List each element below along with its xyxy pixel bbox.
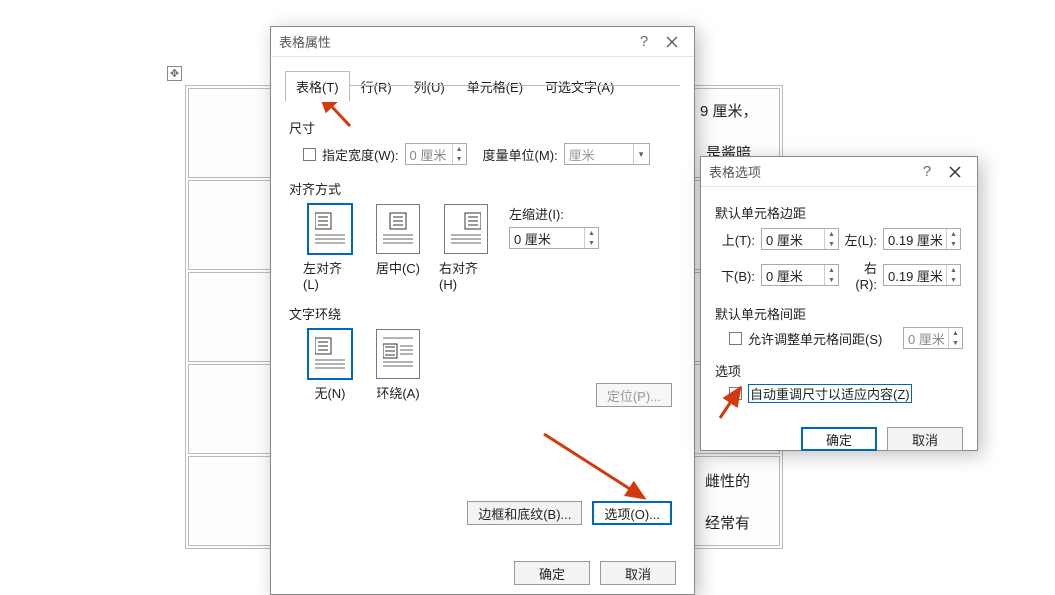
tab-column[interactable]: 列(U) bbox=[403, 71, 456, 102]
section-align: 对齐方式 bbox=[289, 179, 676, 198]
cancel-button[interactable]: 取消 bbox=[887, 427, 963, 451]
auto-resize-label: 自动重调尺寸以适应内容(Z) bbox=[748, 384, 912, 403]
spacing-spinner[interactable]: 0 厘米▲▼ bbox=[903, 327, 963, 349]
doc-text: 经常有 bbox=[705, 512, 750, 533]
ok-button[interactable]: 确定 bbox=[801, 427, 877, 451]
close-button[interactable] bbox=[941, 166, 969, 178]
table-options-dialog: 表格选项 ? 默认单元格边距 上(T): 0 厘米▲▼ 左(L): 0.19 厘… bbox=[700, 156, 978, 451]
wrap-around-label: 环绕(A) bbox=[376, 383, 419, 402]
left-label: 左(L): bbox=[843, 230, 879, 249]
options-button[interactable]: 选项(O)... bbox=[592, 501, 672, 525]
left-spinner[interactable]: 0.19 厘米▲▼ bbox=[883, 228, 961, 250]
bottom-label: 下(B): bbox=[721, 266, 757, 285]
indent-label: 左缩进(I): bbox=[509, 204, 599, 223]
preferred-width-label: 指定宽度(W): bbox=[322, 145, 399, 164]
bottom-spinner[interactable]: 0 厘米▲▼ bbox=[761, 264, 839, 286]
top-spinner[interactable]: 0 厘米▲▼ bbox=[761, 228, 839, 250]
tab-cell[interactable]: 单元格(E) bbox=[456, 71, 534, 102]
top-label: 上(T): bbox=[721, 230, 757, 249]
wrap-none-option[interactable] bbox=[308, 329, 352, 379]
borders-shading-button[interactable]: 边框和底纹(B)... bbox=[467, 501, 582, 525]
section-margins: 默认单元格边距 bbox=[715, 203, 963, 222]
indent-spinner[interactable]: 0 厘米▲▼ bbox=[509, 227, 599, 249]
align-right-label: 右对齐(H) bbox=[439, 258, 493, 292]
preferred-width-spinner[interactable]: 0 厘米▲▼ bbox=[405, 143, 467, 165]
unit-select[interactable]: 厘米▾ bbox=[564, 143, 650, 165]
close-button[interactable] bbox=[658, 36, 686, 48]
allow-spacing-checkbox[interactable] bbox=[729, 332, 742, 345]
help-button[interactable]: ? bbox=[630, 33, 658, 50]
right-label: 右(R): bbox=[843, 258, 879, 292]
help-button[interactable]: ? bbox=[913, 163, 941, 180]
align-center-label: 居中(C) bbox=[376, 258, 420, 277]
section-options: 选项 bbox=[715, 361, 963, 380]
dialog-titlebar[interactable]: 表格属性 ? bbox=[271, 27, 694, 57]
section-wrap: 文字环绕 bbox=[289, 304, 676, 323]
table-properties-dialog: 表格属性 ? 表格(T) 行(R) 列(U) 单元格(E) 可选文字(A) 尺寸… bbox=[270, 26, 695, 595]
auto-resize-checkbox[interactable] bbox=[729, 387, 742, 400]
right-spinner[interactable]: 0.19 厘米▲▼ bbox=[883, 264, 961, 286]
align-center-option[interactable] bbox=[376, 204, 420, 254]
dialog-title: 表格属性 bbox=[279, 32, 630, 51]
position-button: 定位(P)... bbox=[596, 383, 672, 407]
cancel-button[interactable]: 取消 bbox=[600, 561, 676, 585]
preferred-width-checkbox[interactable] bbox=[303, 148, 316, 161]
tab-bar: 表格(T) 行(R) 列(U) 单元格(E) 可选文字(A) bbox=[271, 57, 694, 102]
dialog-title: 表格选项 bbox=[709, 162, 913, 181]
wrap-around-option[interactable] bbox=[376, 329, 420, 379]
allow-spacing-label: 允许调整单元格间距(S) bbox=[748, 329, 882, 348]
ok-button[interactable]: 确定 bbox=[514, 561, 590, 585]
align-right-option[interactable] bbox=[444, 204, 488, 254]
align-left-label: 左对齐(L) bbox=[303, 258, 357, 292]
wrap-none-label: 无(N) bbox=[314, 383, 345, 402]
doc-text: 9 厘米， bbox=[700, 100, 758, 121]
tab-table[interactable]: 表格(T) bbox=[285, 71, 350, 102]
doc-text: 雌性的 bbox=[705, 470, 750, 491]
table-move-handle[interactable]: ✥ bbox=[167, 66, 182, 81]
tab-alttext[interactable]: 可选文字(A) bbox=[534, 71, 625, 102]
align-left-option[interactable] bbox=[308, 204, 352, 254]
section-spacing: 默认单元格间距 bbox=[715, 304, 963, 323]
unit-label: 度量单位(M): bbox=[483, 145, 558, 164]
tab-row[interactable]: 行(R) bbox=[350, 71, 403, 102]
section-size: 尺寸 bbox=[289, 118, 676, 137]
dialog-titlebar[interactable]: 表格选项 ? bbox=[701, 157, 977, 187]
